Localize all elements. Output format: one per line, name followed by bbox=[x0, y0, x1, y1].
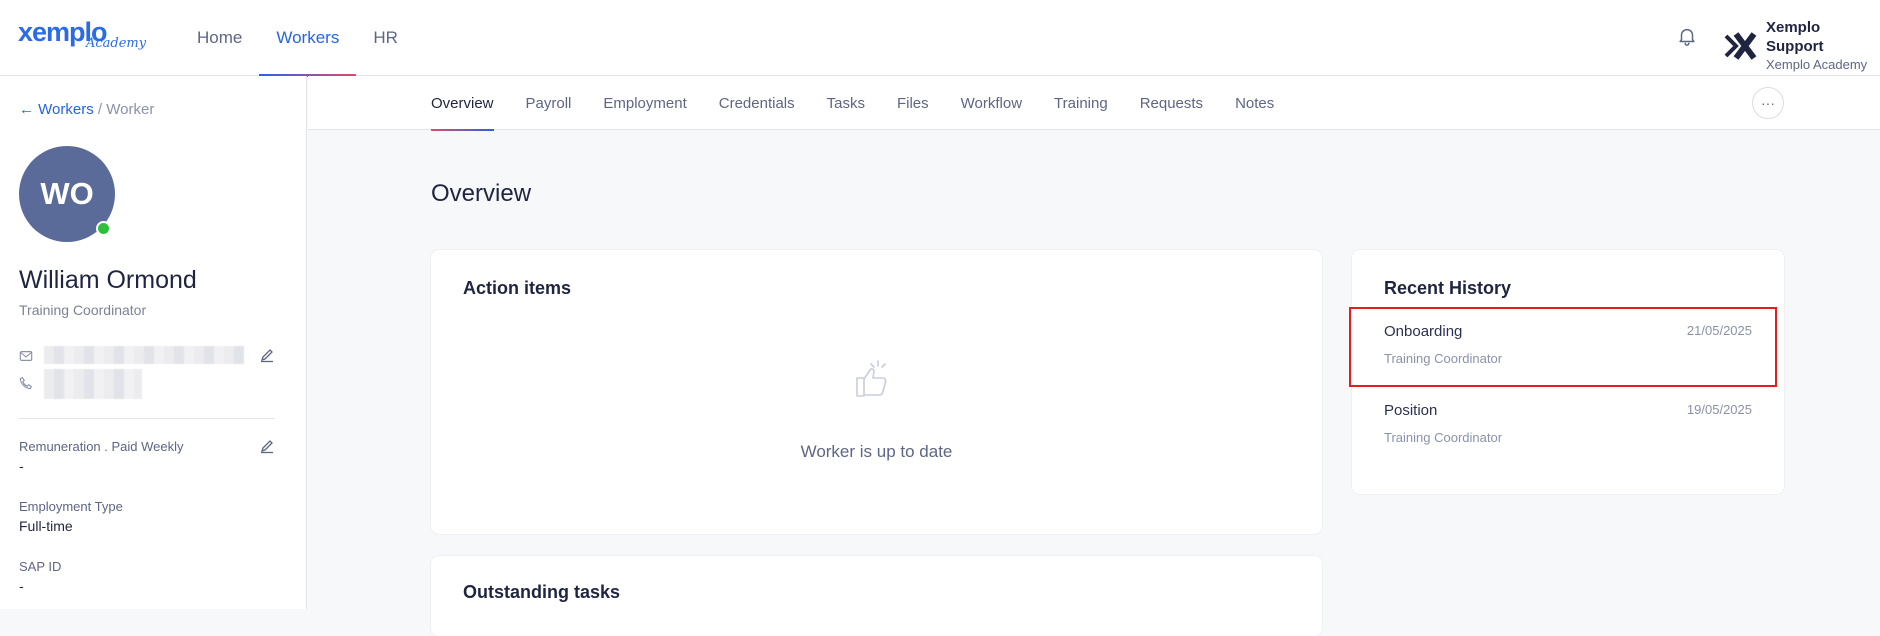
action-items-title: Action items bbox=[463, 278, 572, 298]
sap-id-value: - bbox=[19, 578, 24, 594]
phone-icon bbox=[19, 377, 32, 390]
edit-contact-icon[interactable] bbox=[259, 347, 275, 363]
history-item-position[interactable]: Position Training Coordinator 19/05/2025 bbox=[1352, 388, 1784, 466]
tab-requests[interactable]: Requests bbox=[1140, 76, 1203, 130]
breadcrumb-current: Worker bbox=[106, 101, 155, 118]
tab-overview[interactable]: Overview bbox=[431, 76, 494, 131]
thumbs-up-icon bbox=[856, 360, 887, 397]
recent-history-title: Recent History bbox=[1384, 278, 1512, 298]
xemplo-logo[interactable]: xemplo Academy bbox=[18, 18, 146, 54]
history-item-subtitle: Training Coordinator bbox=[1384, 430, 1503, 445]
online-status-dot bbox=[96, 221, 111, 236]
nav-workers[interactable]: Workers bbox=[259, 0, 357, 77]
remuneration-value: - bbox=[19, 458, 24, 474]
tab-tasks[interactable]: Tasks bbox=[827, 76, 865, 130]
worker-sidebar: ← Workers / Worker WO William Ormond Tra… bbox=[0, 76, 307, 609]
logo-subtitle: Academy bbox=[86, 36, 147, 51]
worker-initials: WO bbox=[40, 176, 94, 211]
page-title: Overview bbox=[431, 180, 532, 207]
worker-tabs-bar: Overview Payroll Employment Credentials … bbox=[308, 76, 1880, 131]
worker-role: Training Coordinator bbox=[19, 302, 147, 318]
phone-value-redacted bbox=[44, 369, 142, 399]
tab-training[interactable]: Training bbox=[1054, 76, 1108, 130]
email-value-redacted bbox=[44, 346, 244, 364]
tab-credentials[interactable]: Credentials bbox=[719, 76, 795, 130]
tab-payroll[interactable]: Payroll bbox=[526, 76, 572, 130]
more-options-button[interactable]: ··· bbox=[1752, 87, 1784, 119]
user-name: Xemplo Support bbox=[1766, 19, 1824, 55]
outstanding-tasks-card: Outstanding tasks bbox=[431, 556, 1322, 636]
xemplo-mark-icon bbox=[1724, 32, 1757, 60]
employment-type-value: Full-time bbox=[19, 518, 73, 534]
edit-remuneration-icon[interactable] bbox=[259, 438, 275, 454]
worker-tabs: Overview Payroll Employment Credentials … bbox=[431, 76, 1306, 131]
worker-avatar: WO bbox=[19, 146, 115, 242]
breadcrumb: ← Workers / Worker bbox=[19, 101, 154, 118]
user-menu[interactable]: Xemplo Support Xemplo Academy bbox=[1722, 18, 1880, 74]
user-org: Xemplo Academy bbox=[1766, 57, 1868, 72]
employment-type-label: Employment Type bbox=[19, 499, 123, 514]
action-items-card: Action items Worker is up to date bbox=[431, 250, 1322, 534]
top-nav: Home Workers HR bbox=[180, 0, 415, 77]
bell-icon[interactable] bbox=[1676, 24, 1698, 48]
tab-files[interactable]: Files bbox=[897, 76, 929, 130]
email-icon bbox=[19, 351, 33, 361]
remuneration-label: Remuneration . Paid Weekly bbox=[19, 439, 184, 454]
tab-employment[interactable]: Employment bbox=[603, 76, 686, 130]
history-item-title: Position bbox=[1384, 402, 1438, 419]
nav-hr[interactable]: HR bbox=[356, 0, 415, 76]
worker-name: William Ormond bbox=[19, 266, 197, 294]
highlight-box bbox=[1349, 307, 1777, 387]
history-item-date: 19/05/2025 bbox=[1686, 402, 1752, 417]
nav-home[interactable]: Home bbox=[180, 0, 259, 76]
sap-id-label: SAP ID bbox=[19, 559, 62, 574]
outstanding-tasks-title: Outstanding tasks bbox=[463, 582, 621, 602]
tab-workflow[interactable]: Workflow bbox=[961, 76, 1022, 130]
empty-state-text: Worker is up to date bbox=[800, 442, 953, 461]
breadcrumb-workers-link[interactable]: ← Workers bbox=[19, 101, 94, 118]
user-avatar bbox=[1722, 28, 1758, 64]
top-bar: xemplo Academy Home Workers HR Xemplo Su… bbox=[0, 0, 1880, 77]
breadcrumb-separator: / bbox=[97, 101, 103, 118]
tab-notes[interactable]: Notes bbox=[1235, 76, 1274, 130]
sidebar-divider bbox=[19, 418, 275, 419]
